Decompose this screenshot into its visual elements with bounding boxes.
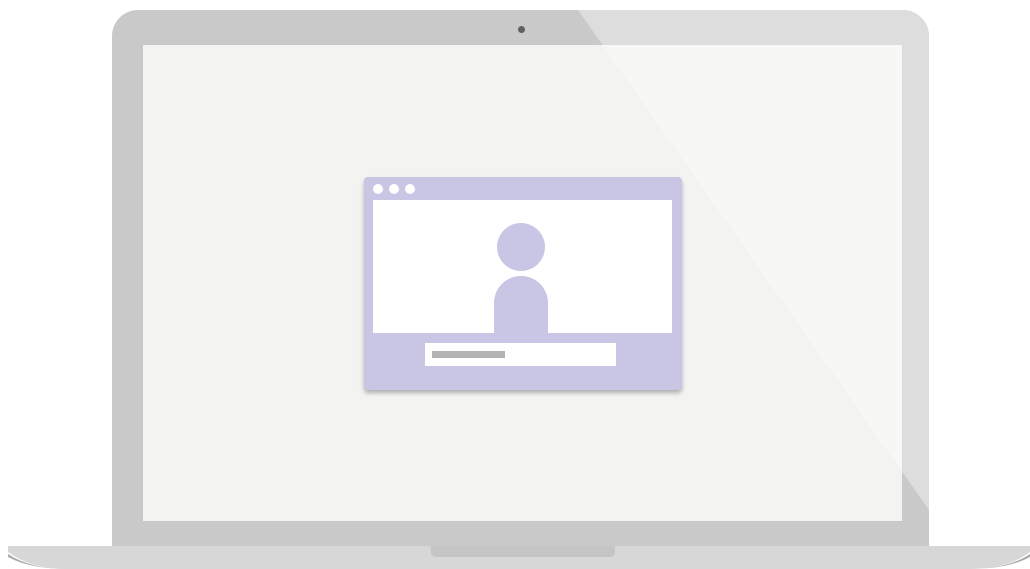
laptop-base: [8, 546, 1030, 569]
camera-icon: [518, 26, 525, 33]
laptop-notch: [431, 546, 615, 557]
window-dot-icon: [405, 184, 415, 194]
laptop-illustration: [0, 0, 1030, 569]
window-dot-icon: [373, 184, 383, 194]
text-placeholder-bar: [432, 351, 505, 358]
chat-input-field: [425, 343, 616, 366]
video-tile: [373, 200, 672, 346]
user-avatar-body-icon: [494, 276, 548, 346]
window-dot-icon: [389, 184, 399, 194]
conference-app-window: [364, 177, 682, 390]
user-avatar-head-icon: [497, 223, 545, 271]
